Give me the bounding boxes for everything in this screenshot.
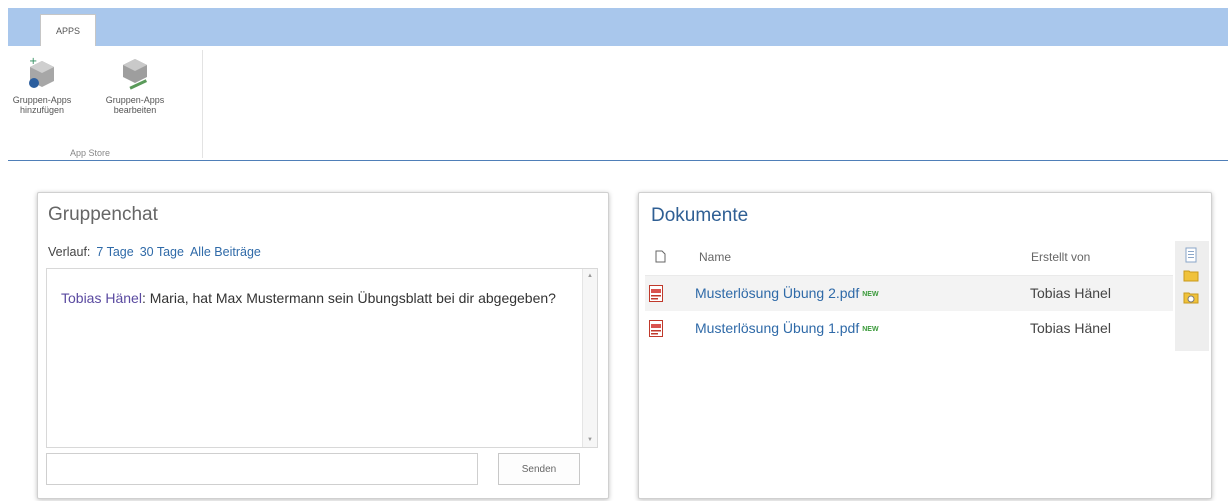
document-name[interactable]: Musterlösung Übung 1.pdf: [695, 320, 859, 336]
ribbon-tab-bar: [8, 8, 1228, 47]
edit-group-apps-button[interactable]: Gruppen-Apps bearbeiten: [103, 55, 167, 135]
document-name[interactable]: Musterlösung Übung 2.pdf: [695, 285, 859, 301]
chat-message-author[interactable]: Tobias Hänel: [61, 290, 142, 306]
add-app-icon: +: [29, 56, 54, 88]
chat-message: Tobias Hänel: Maria, hat Max Mustermann …: [61, 287, 571, 309]
ribbon-group-separator: [202, 50, 203, 158]
chat-message-input[interactable]: [46, 453, 478, 485]
svg-text:+: +: [29, 56, 37, 67]
chat-scrollbar[interactable]: ▲ ▼: [582, 269, 597, 447]
scroll-up-icon[interactable]: ▲: [587, 273, 593, 279]
documents-table: Name Erstellt von Musterlösung Übung 2.p…: [645, 238, 1173, 346]
group-chat-panel: Gruppenchat Verlauf: 7 Tage 30 Tage Alle Be…: [37, 192, 609, 499]
column-created-by[interactable]: Erstellt von: [1031, 250, 1090, 264]
ribbon-body: [8, 46, 1228, 159]
document-created-by: Tobias Hänel: [1030, 320, 1111, 336]
history-link-all-posts[interactable]: Alle Beiträge: [190, 245, 261, 259]
ribbon-bottom-border: [8, 160, 1228, 161]
add-group-apps-button[interactable]: + Gruppen-Apps hinzufügen: [10, 55, 74, 135]
scroll-down-icon[interactable]: ▼: [587, 437, 593, 443]
chat-message-text: Maria, hat Max Mustermann sein Übungsbla…: [149, 290, 556, 306]
document-created-by: Tobias Hänel: [1030, 285, 1111, 301]
documents-panel: Dokumente Name Erstellt von Musterlösung…: [638, 192, 1212, 499]
upload-folder-icon[interactable]: [1183, 289, 1199, 305]
add-group-apps-label-1: Gruppen-Apps: [12, 95, 72, 105]
add-group-apps-label-2: hinzufügen: [19, 105, 65, 115]
ribbon-group-label: App Store: [70, 148, 111, 158]
chat-message-separator: :: [141, 290, 150, 306]
edit-group-apps-label-2: bearbeiten: [113, 105, 157, 115]
chat-history-filter: Verlauf: 7 Tage 30 Tage Alle Beiträge: [48, 245, 261, 259]
history-link-30-days[interactable]: 30 Tage: [140, 245, 184, 259]
document-link[interactable]: Musterlösung Übung 2.pdf NEW: [695, 285, 879, 301]
new-badge: NEW: [862, 290, 879, 298]
chat-title: Gruppenchat: [48, 204, 158, 225]
edit-app-icon: [123, 59, 148, 90]
pdf-file-icon: [649, 320, 663, 337]
documents-toolbar: [1175, 241, 1209, 351]
new-badge: NEW: [862, 325, 879, 333]
column-name[interactable]: Name: [699, 250, 731, 264]
new-document-icon[interactable]: [1183, 247, 1199, 263]
file-type-icon[interactable]: [655, 250, 666, 263]
history-link-7-days[interactable]: 7 Tage: [96, 245, 133, 259]
history-label: Verlauf:: [48, 245, 91, 259]
documents-table-header: Name Erstellt von: [645, 238, 1173, 276]
send-button[interactable]: Senden: [498, 453, 580, 485]
pdf-file-icon: [649, 285, 663, 302]
documents-title[interactable]: Dokumente: [651, 205, 748, 227]
tab-apps[interactable]: APPS: [40, 14, 96, 47]
table-row[interactable]: Musterlösung Übung 1.pdf NEW Tobias Hänel: [645, 311, 1173, 346]
new-folder-icon[interactable]: [1183, 267, 1199, 283]
table-row[interactable]: Musterlösung Übung 2.pdf NEW Tobias Hänel: [645, 276, 1173, 311]
document-link[interactable]: Musterlösung Übung 1.pdf NEW: [695, 320, 879, 336]
chat-messages[interactable]: Tobias Hänel: Maria, hat Max Mustermann …: [46, 268, 598, 448]
edit-group-apps-label-1: Gruppen-Apps: [105, 95, 165, 105]
